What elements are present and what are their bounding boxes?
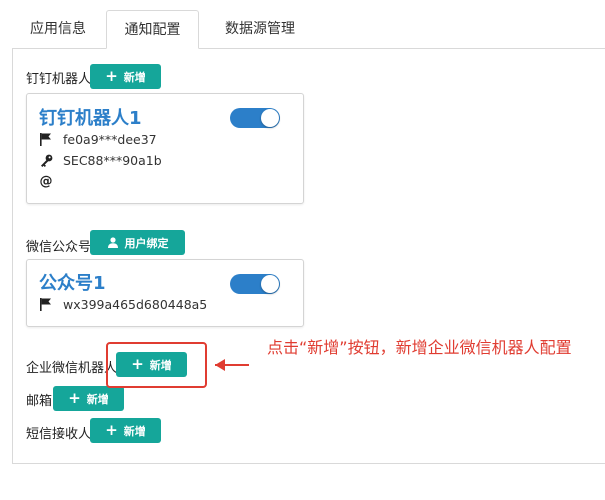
dingtalk-robot-card[interactable]: 钉钉机器人1 fe0a9***dee37 SEC88***90a1b @: [26, 93, 304, 204]
wecom-robot-label: 企业微信机器人: [26, 361, 118, 376]
wechat-mp-bind-button[interactable]: 用户绑定: [90, 230, 185, 255]
tab-notification-config[interactable]: 通知配置: [106, 10, 199, 49]
user-icon: [107, 237, 118, 248]
email-add-label: 新增: [86, 392, 109, 406]
dingtalk-secret-row: SEC88***90a1b: [39, 153, 162, 168]
dingtalk-robot-toggle[interactable]: [230, 108, 280, 128]
toggle-knob: [261, 109, 279, 127]
flag-icon: [39, 298, 53, 311]
plus-icon: +: [105, 421, 118, 439]
email-label: 邮箱: [26, 394, 53, 409]
toggle-knob: [261, 275, 279, 293]
wechat-mp-title[interactable]: 公众号1: [39, 269, 106, 295]
plus-icon: +: [68, 389, 81, 407]
wechat-mp-label: 微信公众号: [26, 240, 92, 255]
flag-icon: [39, 133, 53, 146]
wechat-mp-appid: wx399a465d680448a5: [63, 297, 208, 312]
wechat-mp-toggle[interactable]: [230, 274, 280, 294]
sms-add-button[interactable]: + 新增: [90, 418, 161, 443]
sms-add-label: 新增: [123, 424, 146, 438]
tab-bar: 应用信息 通知配置 数据源管理: [0, 0, 605, 50]
wechat-mp-bind-label: 用户绑定: [124, 236, 169, 250]
dingtalk-add-label: 新增: [123, 70, 146, 84]
dingtalk-add-button[interactable]: + 新增: [90, 64, 161, 89]
dingtalk-at-row: @: [39, 174, 53, 189]
dingtalk-secret: SEC88***90a1b: [63, 153, 162, 168]
key-icon: [39, 154, 53, 167]
dingtalk-token: fe0a9***dee37: [63, 132, 157, 147]
dingtalk-token-row: fe0a9***dee37: [39, 132, 157, 147]
tab-datasource-management[interactable]: 数据源管理: [208, 10, 312, 49]
annotation-text: 点击“新增”按钮，新增企业微信机器人配置: [267, 338, 572, 357]
dingtalk-robot-label: 钉钉机器人: [26, 72, 92, 87]
plus-icon: +: [105, 67, 118, 85]
dingtalk-robot-title[interactable]: 钉钉机器人1: [39, 104, 142, 130]
wechat-mp-card[interactable]: 公众号1 wx399a465d680448a5: [26, 259, 304, 327]
arrow-head-icon: [215, 359, 225, 371]
email-add-button[interactable]: + 新增: [53, 386, 124, 411]
highlight-box: [106, 342, 207, 388]
wechat-mp-appid-row: wx399a465d680448a5: [39, 297, 207, 312]
sms-receiver-label: 短信接收人: [26, 427, 92, 442]
at-icon: @: [39, 174, 53, 189]
tab-app-info[interactable]: 应用信息: [18, 10, 98, 49]
